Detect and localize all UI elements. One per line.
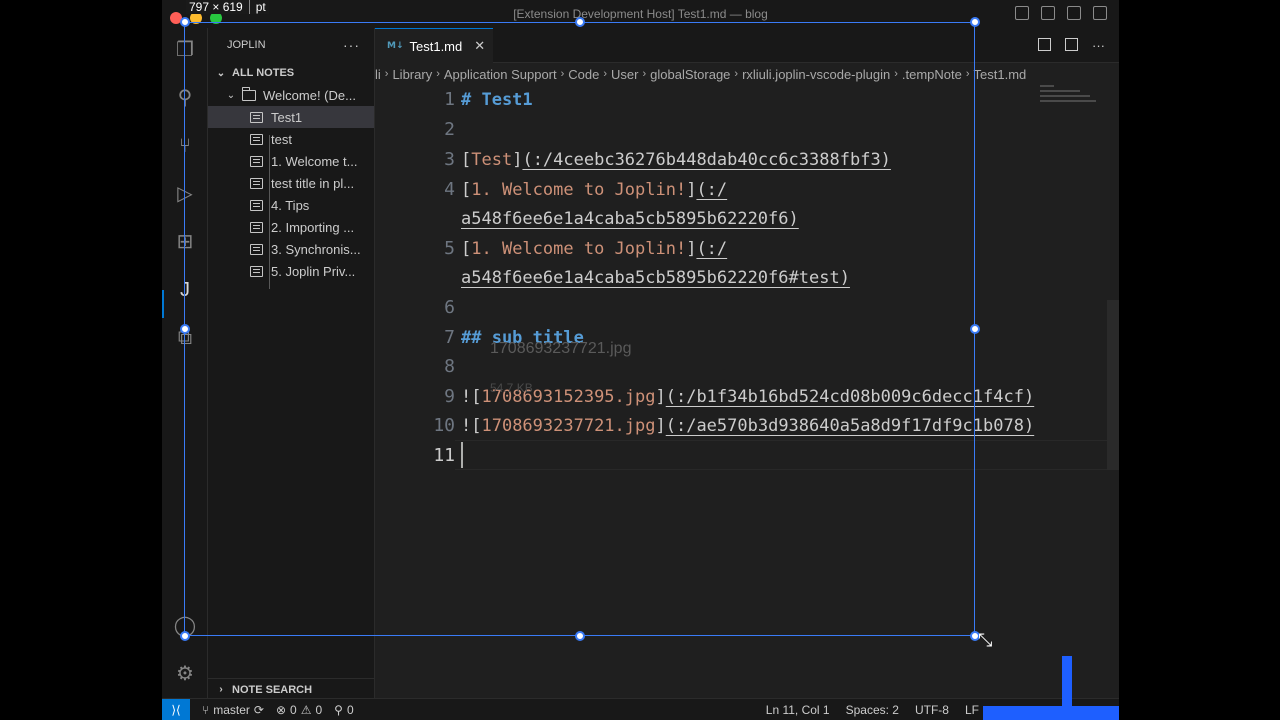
- section-title: NOTE SEARCH: [232, 683, 313, 696]
- problems-indicator[interactable]: ⊗ 0 ⚠ 0: [276, 703, 322, 717]
- resize-handle[interactable]: [970, 17, 980, 27]
- resize-handle[interactable]: [180, 324, 190, 334]
- toggle-sidebar-icon[interactable]: [1015, 6, 1029, 20]
- resize-handle[interactable]: [970, 324, 980, 334]
- vertical-scrollbar[interactable]: [1107, 300, 1119, 470]
- warning-icon: ⚠: [300, 702, 312, 717]
- remote-indicator-icon[interactable]: ⟩⟨: [162, 698, 190, 720]
- settings-gear-icon[interactable]: ⚙: [173, 662, 197, 686]
- ports-indicator[interactable]: ⚲ 0: [334, 703, 353, 717]
- active-indicator: [162, 290, 164, 318]
- indentation[interactable]: Spaces: 2: [846, 703, 899, 717]
- error-icon: ⊗: [275, 702, 287, 717]
- resize-handle[interactable]: [575, 17, 585, 27]
- resize-handle[interactable]: [180, 631, 190, 641]
- branch-indicator[interactable]: ⑂ master ⟳: [202, 703, 264, 717]
- breadcrumb-item[interactable]: Test1.md: [974, 67, 1027, 82]
- line-ending[interactable]: LF: [965, 703, 979, 717]
- editor-actions: ···: [1038, 38, 1105, 53]
- capture-selection-box[interactable]: [184, 22, 975, 636]
- ports-icon: ⚲: [334, 702, 343, 717]
- open-preview-icon[interactable]: [1038, 38, 1051, 51]
- selection-dimensions: 797 × 619 pt: [186, 0, 269, 14]
- split-editor-icon[interactable]: [1065, 38, 1078, 51]
- desktop-fragment: [983, 706, 1119, 720]
- sync-icon[interactable]: ⟳: [254, 703, 264, 717]
- cursor-position[interactable]: Ln 11, Col 1: [766, 703, 830, 717]
- resize-cursor-icon: ⤡: [978, 630, 993, 651]
- layout-controls: [1015, 6, 1107, 20]
- resize-handle[interactable]: [575, 631, 585, 641]
- chevron-right-icon: ›: [219, 684, 223, 695]
- status-bar: ⟩⟨ ⑂ master ⟳ ⊗ 0 ⚠ 0 ⚲ 0 Ln 11, Col 1 S…: [162, 698, 1119, 720]
- more-actions-icon[interactable]: ···: [1092, 38, 1105, 53]
- customize-layout-icon[interactable]: [1093, 6, 1107, 20]
- window-title: [Extension Development Host] Test1.md — …: [513, 7, 768, 21]
- branch-icon: ⑂: [202, 702, 210, 717]
- status-right: Ln 11, Col 1 Spaces: 2 UTF-8 LF: [766, 703, 979, 717]
- resize-handle[interactable]: [180, 17, 190, 27]
- toggle-secondary-sidebar-icon[interactable]: [1067, 6, 1081, 20]
- toggle-panel-icon[interactable]: [1041, 6, 1055, 20]
- encoding[interactable]: UTF-8: [915, 703, 949, 717]
- section-note-search[interactable]: › NOTE SEARCH: [208, 678, 374, 700]
- minimap[interactable]: [1040, 85, 1110, 125]
